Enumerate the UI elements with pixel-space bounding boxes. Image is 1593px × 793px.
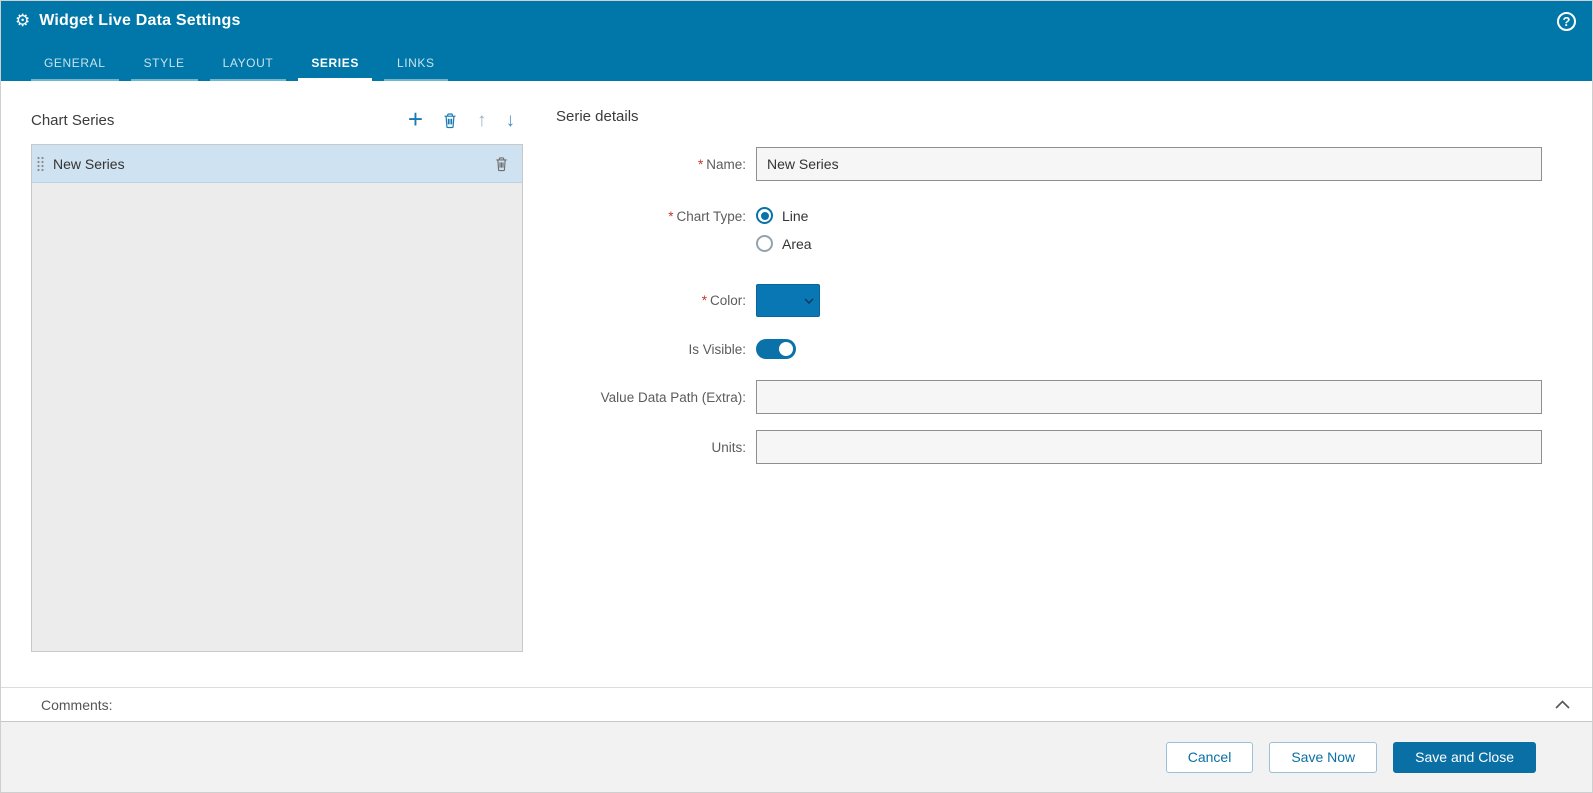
tab-bar: GENERAL STYLE LAYOUT SERIES LINKS bbox=[31, 49, 448, 81]
name-row: * Name: bbox=[556, 147, 1542, 181]
radio-unselected-icon bbox=[756, 235, 773, 252]
chart-type-option-area[interactable]: Area bbox=[756, 235, 812, 252]
gear-icon: ⚙ bbox=[15, 10, 31, 31]
color-picker-button[interactable] bbox=[756, 284, 820, 317]
save-and-close-button[interactable]: Save and Close bbox=[1393, 741, 1536, 773]
chart-series-title: Chart Series bbox=[31, 111, 115, 129]
is-visible-row: Is Visible: bbox=[556, 339, 1542, 359]
radio-option-label: Line bbox=[782, 207, 809, 224]
tab-series[interactable]: SERIES bbox=[298, 49, 372, 81]
is-visible-label: Is Visible: bbox=[688, 341, 746, 357]
move-down-button[interactable]: ↓ bbox=[506, 111, 516, 130]
name-label-text: Name: bbox=[706, 156, 746, 172]
serie-details-panel: Serie details *Name: *Chart Type: Line A… bbox=[556, 105, 1542, 464]
tab-style[interactable]: STYLE bbox=[130, 49, 198, 81]
series-toolbar: + ↑ ↓ bbox=[408, 106, 523, 132]
serie-details-title: Serie details bbox=[556, 107, 639, 125]
save-now-button[interactable]: Save Now bbox=[1269, 741, 1378, 773]
tab-layout[interactable]: LAYOUT bbox=[209, 49, 287, 81]
chevron-up-icon bbox=[1555, 700, 1570, 709]
color-label-text: Color: bbox=[709, 293, 746, 308]
chart-type-radio-group: Line Area bbox=[756, 207, 812, 252]
chart-type-label-text: Chart Type: bbox=[676, 209, 746, 224]
tab-general[interactable]: GENERAL bbox=[31, 49, 119, 81]
required-marker: * bbox=[697, 156, 704, 172]
delete-series-button[interactable] bbox=[442, 112, 458, 129]
move-up-button[interactable]: ↑ bbox=[477, 111, 487, 130]
header: ⚙ Widget Live Data Settings ? GENERAL ST… bbox=[1, 1, 1592, 81]
chevron-down-icon bbox=[804, 297, 814, 304]
help-button[interactable]: ? bbox=[1557, 12, 1576, 31]
units-label: Units: bbox=[711, 439, 746, 455]
chart-type-label: * Chart Type: bbox=[556, 207, 756, 224]
color-row: * Color: bbox=[556, 284, 1542, 317]
series-list-item[interactable]: New Series bbox=[32, 145, 522, 183]
comments-bar: Comments: bbox=[1, 687, 1592, 722]
footer: Cancel Save Now Save and Close bbox=[1, 722, 1592, 792]
drag-handle-icon[interactable] bbox=[37, 156, 44, 172]
page-title: Widget Live Data Settings bbox=[39, 12, 241, 29]
radio-option-label: Area bbox=[782, 235, 812, 252]
series-list: New Series bbox=[31, 144, 523, 652]
is-visible-toggle[interactable] bbox=[756, 339, 796, 359]
add-series-button[interactable]: + bbox=[408, 106, 423, 132]
chart-series-header: Chart Series + ↑ ↓ bbox=[31, 105, 523, 135]
chart-type-row: * Chart Type: Line Area bbox=[556, 207, 1542, 252]
delete-row-button[interactable] bbox=[494, 156, 509, 172]
name-label: * Name: bbox=[556, 157, 756, 172]
required-marker: * bbox=[701, 293, 707, 308]
value-data-path-label: Value Data Path (Extra): bbox=[600, 389, 746, 405]
cancel-button[interactable]: Cancel bbox=[1165, 741, 1254, 773]
units-input[interactable] bbox=[756, 430, 1542, 464]
title-row: ⚙ Widget Live Data Settings bbox=[1, 1, 1592, 30]
name-input[interactable] bbox=[756, 147, 1542, 181]
trash-icon bbox=[496, 156, 507, 171]
comments-collapse-button[interactable] bbox=[1555, 700, 1570, 709]
chart-series-panel: Chart Series + ↑ ↓ New Series bbox=[31, 105, 523, 652]
units-row: Units: bbox=[556, 430, 1542, 464]
series-item-label: New Series bbox=[53, 155, 125, 172]
value-data-path-row: Value Data Path (Extra): bbox=[556, 380, 1542, 414]
question-mark-icon: ? bbox=[1562, 14, 1571, 29]
color-label: * Color: bbox=[556, 293, 756, 308]
value-data-path-input[interactable] bbox=[756, 380, 1542, 414]
radio-selected-icon bbox=[756, 207, 773, 224]
comments-label: Comments: bbox=[41, 696, 113, 713]
required-marker: * bbox=[668, 209, 674, 224]
tab-links[interactable]: LINKS bbox=[383, 49, 448, 81]
chart-type-option-line[interactable]: Line bbox=[756, 207, 812, 224]
widget-settings-dialog: ⚙ Widget Live Data Settings ? GENERAL ST… bbox=[0, 0, 1593, 793]
trash-icon bbox=[444, 112, 456, 128]
